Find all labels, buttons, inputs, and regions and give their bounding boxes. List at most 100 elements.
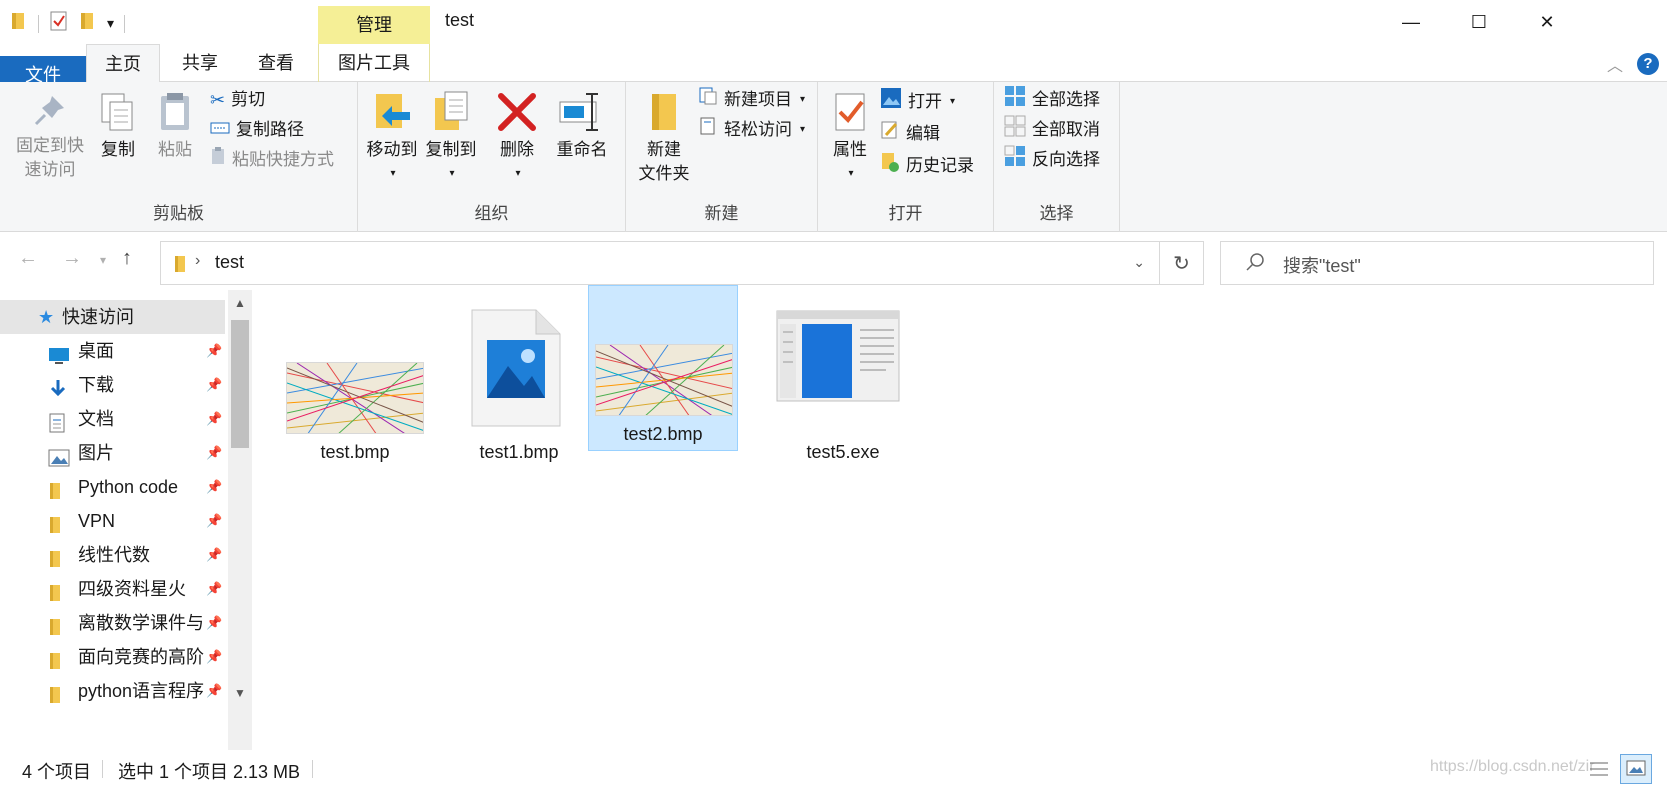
help-icon[interactable]: ? [1637,53,1659,75]
scissors-icon: ✂ [210,90,226,110]
copy-to-button[interactable]: 复制到 ▾ [422,90,480,186]
paste-button[interactable]: 粘贴 [150,90,200,162]
scroll-down-icon[interactable]: ▼ [228,680,252,706]
pin-icon: 📌 [206,649,223,664]
group-label-new: 新建 [704,204,739,223]
copy-to-icon [435,91,468,130]
group-select: 全部选择 全部取消 反向选择 选择 [994,82,1120,232]
invert-selection-button[interactable]: 反向选择 [1004,145,1100,174]
nav-item-vpn[interactable]: VPN 📌 [0,504,225,538]
close-button[interactable]: ✕ [1513,0,1581,44]
history-button[interactable]: 历史记录 [880,152,974,180]
tab-manage[interactable]: 管理 [318,6,430,44]
search-icon [1245,252,1265,277]
file-item-test-bmp[interactable]: test.bmp [276,302,434,476]
breadcrumb-test[interactable]: test [215,252,244,273]
group-clipboard: 固定到快 速访问 复制 粘贴 ✂ 剪切 复制路径 粘贴快捷方式 剪贴板 [0,82,358,232]
tab-picture-tools[interactable]: 图片工具 [318,44,430,82]
customize-dropdown-icon[interactable]: ▾ [107,15,114,32]
group-label-select: 选择 [1039,204,1074,223]
nav-item-quick-access[interactable]: ★ 快速访问 [0,300,225,334]
address-history-dropdown-icon[interactable]: ⌄ [1133,254,1145,271]
pin-icon: 📌 [206,479,223,494]
properties-button[interactable]: 属性 ▾ [826,90,874,186]
rename-button[interactable]: 重命名 [550,90,614,162]
delete-icon [498,93,536,131]
folder-icon [48,580,64,606]
copy-path-label: 复制路径 [236,120,304,139]
edit-button[interactable]: 编辑 [880,120,940,148]
tab-share[interactable]: 共享 [164,44,236,82]
folder-icon[interactable] [10,11,28,36]
copy-label: 复制 [101,140,135,159]
nav-item-cet4-materials[interactable]: 四级资料星火 📌 [0,572,225,606]
file-name: test5.exe [806,442,880,462]
nav-item-pictures[interactable]: 图片 📌 [0,436,225,470]
recent-locations-icon[interactable]: ▾ [100,253,106,267]
desktop-icon [48,342,70,368]
nav-item-downloads[interactable]: 下载 📌 [0,368,225,402]
open-label: 打开 [908,92,942,111]
scroll-up-icon[interactable]: ▲ [228,290,252,316]
new-folder-icon [652,94,676,130]
forward-arrow-icon[interactable]: → [62,247,82,270]
tab-home[interactable]: 主页 [86,44,160,83]
nav-item-python-language[interactable]: python语言程序 📌 [0,674,225,708]
paste-shortcut-button[interactable]: 粘贴快捷方式 [210,146,334,174]
copy-button[interactable]: 复制 [94,90,142,162]
delete-dropdown-icon: ▾ [515,168,521,179]
breadcrumb-chevron-icon[interactable]: › [195,252,200,270]
select-all-label: 全部选择 [1032,90,1100,109]
collapse-ribbon-icon[interactable]: ︿ [1607,52,1623,76]
nav-item-label: 快速访问 [62,307,134,327]
up-arrow-icon[interactable]: ↑ [122,247,132,270]
file-item-test2-bmp[interactable]: test2.bmp [588,285,738,451]
easy-access-button[interactable]: 轻松访问 ▾ [698,116,805,144]
group-organize: 移动到 ▾ 复制到 ▾ 删除 ▾ 重命名 组织 [358,82,626,232]
back-arrow-icon[interactable]: ← [18,247,38,270]
refresh-icon: ↻ [1173,253,1190,275]
copy-to-label: 复制到 [425,140,477,159]
ribbon-tabs: 文件 主页 共享 查看 图片工具 ︿ ? [0,44,1667,230]
nav-item-desktop[interactable]: 桌面 📌 [0,334,225,368]
refresh-button[interactable]: ↻ [1160,241,1204,285]
pin-icon: 📌 [206,615,223,630]
nav-item-python-code[interactable]: Python code 📌 [0,470,225,504]
toolbar-separator [38,14,39,33]
maximize-button[interactable]: ☐ [1445,0,1513,44]
navigation-pane: ★ 快速访问 桌面 📌 下载 📌 文档 📌 图片 📌 Python code 📌… [0,290,255,750]
select-all-button[interactable]: 全部选择 [1004,85,1100,114]
new-folder-button[interactable]: 新建 文件夹 [634,90,694,186]
pin-icon: 📌 [206,683,223,698]
search-box[interactable]: 搜索"test" [1220,241,1654,285]
select-none-button[interactable]: 全部取消 [1004,115,1100,144]
nav-pane-scrollbar[interactable]: ▲ ▼ [228,290,252,750]
copy-path-button[interactable]: 复制路径 [210,116,304,144]
pin-to-quick-access-button[interactable]: 固定到快 速访问 [8,90,92,182]
scrollbar-thumb[interactable] [231,320,249,448]
details-view-icon[interactable] [1588,758,1610,785]
rename-icon [559,93,598,131]
file-item-test5-exe[interactable]: test5.exe [764,302,922,476]
open-button[interactable]: 打开 ▾ [880,87,955,116]
new-folder-icon[interactable] [79,11,97,36]
tab-view[interactable]: 查看 [240,44,312,82]
nav-item-linear-algebra[interactable]: 线性代数 📌 [0,538,225,572]
pin-icon: 📌 [206,343,223,358]
delete-button[interactable]: 删除 ▾ [492,90,542,186]
minimize-button[interactable]: — [1377,0,1445,44]
pin-icon: 📌 [206,581,223,596]
file-item-test1-bmp[interactable]: test1.bmp [440,302,598,476]
cut-button[interactable]: ✂ 剪切 [210,86,265,114]
selection-info: 选中 1 个项目 2.13 MB [118,762,301,782]
nav-item-documents[interactable]: 文档 📌 [0,402,225,436]
address-bar[interactable]: › test ⌄ [160,241,1160,285]
new-folder-label-line1: 新建 [647,140,681,159]
nav-item-discrete-math[interactable]: 离散数学课件与 📌 [0,606,225,640]
new-item-button[interactable]: 新建项目 ▾ [698,86,805,114]
properties-icon[interactable] [49,10,69,37]
nav-item-competition[interactable]: 面向竞赛的高阶 📌 [0,640,225,674]
move-to-button[interactable]: 移动到 ▾ [364,90,420,186]
properties-dropdown-icon: ▾ [848,168,854,179]
large-icons-view-icon[interactable] [1620,754,1652,784]
